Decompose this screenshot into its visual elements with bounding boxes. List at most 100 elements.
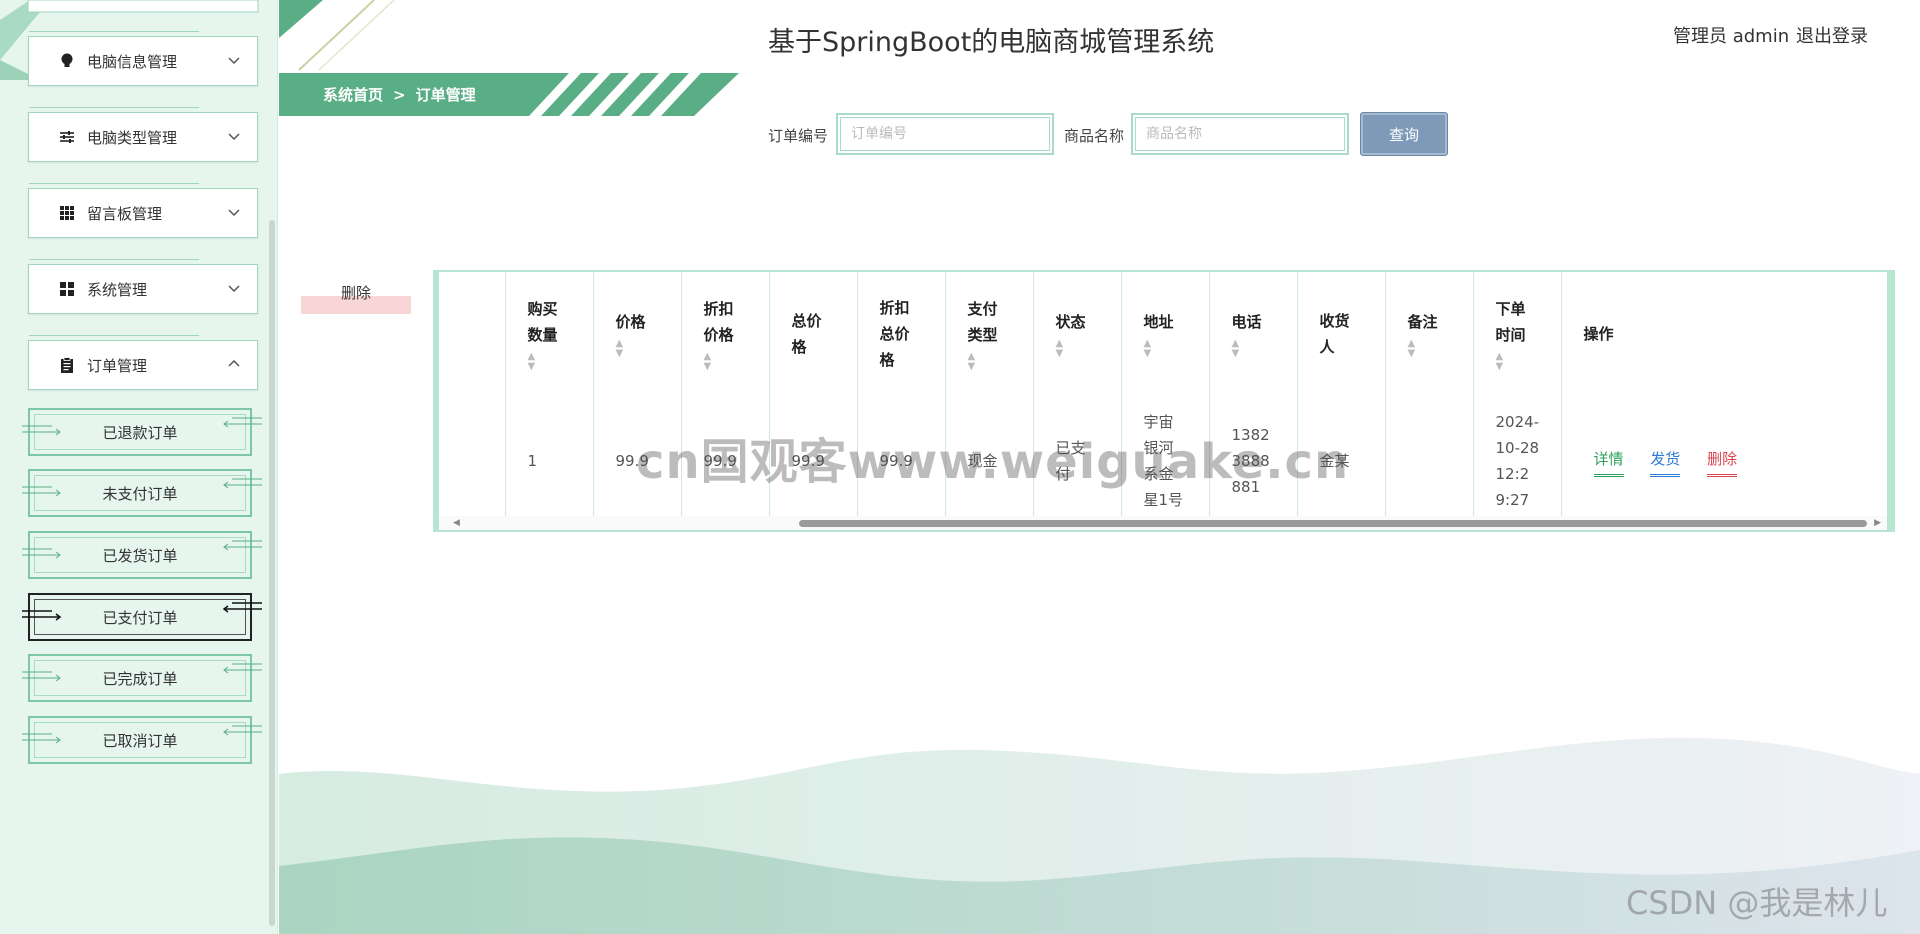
- arrow-left-icon: [223, 725, 262, 736]
- submenu-label: 已发货订单: [102, 546, 178, 565]
- menu-label: 电脑类型管理: [87, 128, 178, 147]
- cell-address-text: 宇宙银河系金星1号: [1143, 413, 1184, 509]
- sort-icon[interactable]: ▲ ▼: [1144, 339, 1209, 359]
- scroll-thumb[interactable]: [799, 520, 1867, 527]
- menu-topline: [29, 259, 199, 260]
- cell-phone: 13823888881: [1209, 396, 1298, 526]
- cell-select: [439, 396, 506, 526]
- col-quantity[interactable]: 购买数量 ▲ ▼: [505, 272, 594, 396]
- sort-icon[interactable]: ▲ ▼: [1232, 339, 1297, 359]
- submenu-refunded[interactable]: 已退款订单: [22, 408, 262, 456]
- sort-icon[interactable]: ▲ ▼: [704, 352, 769, 372]
- col-label: 总价格: [791, 312, 822, 356]
- col-receiver[interactable]: 收货人: [1297, 272, 1386, 396]
- sort-icon[interactable]: ▲ ▼: [1496, 352, 1561, 372]
- col-label: 折扣价格: [703, 300, 734, 344]
- submenu-shipped[interactable]: 已发货订单: [22, 531, 262, 579]
- col-pay-type[interactable]: 支付类型 ▲ ▼: [945, 272, 1034, 396]
- sidebar-scrollbar[interactable]: [269, 220, 275, 926]
- col-status[interactable]: 状态 ▲ ▼: [1033, 272, 1122, 396]
- scroll-right-icon[interactable]: ▶: [1874, 518, 1881, 528]
- admin-info: 管理员 admin: [1673, 26, 1790, 47]
- menu-message-board[interactable]: 留言板管理: [28, 183, 258, 238]
- cell-address: 宇宙银河系金星1号: [1121, 396, 1210, 526]
- arrow-right-icon: [22, 610, 62, 621]
- chevron-down-icon: [228, 209, 240, 217]
- col-price[interactable]: 价格 ▲ ▼: [593, 272, 682, 396]
- menu-computer-info[interactable]: 电脑信息管理: [28, 31, 258, 86]
- breadcrumb-home[interactable]: 系统首页: [323, 86, 383, 104]
- menu-topline: [29, 107, 199, 108]
- ship-link[interactable]: 发货: [1650, 446, 1681, 477]
- product-name-label: 商品名称: [1064, 127, 1125, 145]
- cell-status-text: 已支付: [1055, 439, 1086, 483]
- menu-order[interactable]: 订单管理: [28, 335, 258, 390]
- menu-topline: [29, 31, 199, 32]
- search-button[interactable]: 查询: [1360, 112, 1448, 156]
- menu-label: 系统管理: [87, 280, 148, 299]
- order-no-field-frame: [836, 113, 1054, 155]
- cell-actions: 详情 发货 删除: [1561, 396, 1883, 526]
- orders-table-grid: 购买数量 ▲ ▼ 价格 ▲ ▼ 折扣价格 ▲ ▼ 总价格 折扣总价格 支付类型 ▲ ▼ 状态 ▲ ▼…: [439, 272, 1883, 526]
- menu-system[interactable]: 系统管理: [28, 259, 258, 314]
- submenu-completed[interactable]: 已完成订单: [22, 654, 262, 702]
- breadcrumb-separator: >: [393, 86, 406, 104]
- submenu-label: 已取消订单: [102, 731, 178, 750]
- col-label: 备注: [1407, 313, 1438, 331]
- submenu-paid[interactable]: 已支付订单: [22, 593, 262, 641]
- table-header-row: 购买数量 ▲ ▼ 价格 ▲ ▼ 折扣价格 ▲ ▼ 总价格 折扣总价格 支付类型 ▲ ▼ 状态 ▲ ▼…: [439, 272, 1883, 396]
- submenu-label: 已完成订单: [102, 669, 178, 688]
- col-discount-total[interactable]: 折扣总价格: [857, 272, 946, 396]
- col-select: [439, 272, 506, 396]
- logout-link[interactable]: 退出登录: [1796, 22, 1868, 48]
- breadcrumb: 系统首页 > 订单管理: [323, 84, 476, 105]
- sort-icon[interactable]: ▲ ▼: [968, 352, 1033, 372]
- page-title: 基于SpringBoot的电脑商城管理系统: [768, 27, 1215, 58]
- col-order-time[interactable]: 下单时间 ▲ ▼: [1473, 272, 1562, 396]
- col-discount-price[interactable]: 折扣价格 ▲ ▼: [681, 272, 770, 396]
- arrow-left-icon: [222, 602, 262, 613]
- menu-label: 电脑信息管理: [87, 52, 178, 71]
- cell-order-time: 2024-10-28 12:29:27: [1473, 396, 1562, 526]
- scroll-left-icon[interactable]: ◀: [453, 518, 460, 528]
- col-total[interactable]: 总价格: [769, 272, 858, 396]
- submenu-unpaid[interactable]: 未支付订单: [22, 469, 262, 517]
- delete-link[interactable]: 删除: [1707, 446, 1738, 477]
- col-label: 下单时间: [1495, 300, 1526, 344]
- grid-icon: [57, 203, 77, 223]
- arrow-right-icon: [22, 671, 61, 682]
- arrow-left-icon: [223, 540, 262, 551]
- product-name-field-frame: [1131, 113, 1349, 155]
- batch-delete-button[interactable]: 删除: [301, 282, 411, 314]
- col-label: 购买数量: [527, 300, 558, 344]
- arrow-right-icon: [22, 486, 61, 497]
- sort-icon[interactable]: ▲ ▼: [1056, 339, 1121, 359]
- sidebar: 电脑信息管理 电脑类型管理 留言板管理 系统管理 订单管理 已退款订单 未支付订…: [0, 0, 278, 934]
- col-address[interactable]: 地址 ▲ ▼: [1121, 272, 1210, 396]
- chevron-down-icon: [228, 285, 240, 293]
- background-waves: [279, 737, 1920, 934]
- order-no-input[interactable]: [840, 117, 1050, 151]
- menu-computer-type[interactable]: 电脑类型管理: [28, 107, 258, 162]
- submenu-cancelled[interactable]: 已取消订单: [22, 716, 262, 764]
- cell-discount-price: 99.9: [681, 396, 770, 526]
- cell-remark: [1385, 396, 1474, 526]
- clipboard-icon: [57, 355, 77, 375]
- chevron-up-icon: [228, 359, 240, 367]
- table-horizontal-scrollbar[interactable]: ◀ ▶: [439, 516, 1887, 530]
- sort-icon[interactable]: ▲ ▼: [528, 352, 593, 372]
- arrow-right-icon: [22, 425, 61, 436]
- sort-icon[interactable]: ▲ ▼: [616, 339, 681, 359]
- col-label: 状态: [1055, 313, 1086, 331]
- product-name-input[interactable]: [1135, 117, 1345, 151]
- sort-icon[interactable]: ▲ ▼: [1408, 339, 1473, 359]
- col-phone[interactable]: 电话 ▲ ▼: [1209, 272, 1298, 396]
- menu-label: 订单管理: [87, 356, 148, 375]
- detail-link[interactable]: 详情: [1593, 446, 1624, 477]
- order-no-label: 订单编号: [768, 127, 829, 145]
- menu-topline: [29, 335, 199, 336]
- col-remark[interactable]: 备注 ▲ ▼: [1385, 272, 1474, 396]
- submenu-label: 已退款订单: [102, 423, 178, 442]
- arrow-right-icon: [22, 548, 61, 559]
- col-label: 电话: [1231, 313, 1262, 331]
